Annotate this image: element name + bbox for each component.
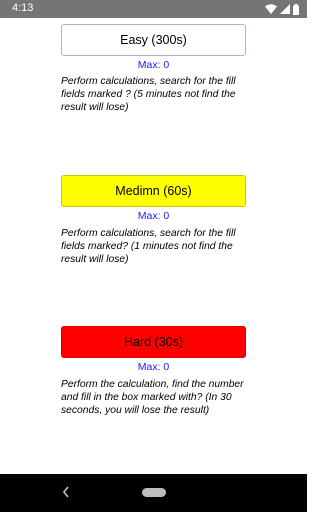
hard-level-button-label: Hard (30s) — [123, 335, 184, 349]
medium-level-button-label: Medimn (60s) — [115, 184, 192, 198]
status-time: 4:13 — [12, 2, 34, 14]
hard-level-description: Perform the calculation, find the number… — [61, 379, 244, 416]
home-pill-icon[interactable] — [142, 488, 166, 497]
hard-max-score: Max: 0 — [137, 361, 170, 373]
status-bar: 4:13 — [0, 0, 307, 18]
easy-max-score: Max: 0 — [137, 59, 170, 71]
battery-icon — [293, 3, 299, 15]
easy-level-description: Perform calculations, search for the fil… — [61, 76, 236, 113]
wifi-icon — [265, 4, 277, 14]
medium-level-description: Perform calculations, search for the fil… — [61, 228, 236, 265]
medium-max-score: Max: 0 — [137, 210, 170, 222]
signal-icon — [280, 4, 290, 14]
hard-level-button[interactable]: Hard (30s) — [61, 326, 246, 358]
medium-level-button[interactable]: Medimn (60s) — [61, 175, 246, 207]
status-icons — [265, 3, 299, 15]
easy-level-button-label: Easy (300s) — [120, 33, 187, 47]
easy-level-button[interactable]: Easy (300s) — [61, 24, 246, 56]
back-chevron-icon[interactable] — [62, 486, 70, 498]
